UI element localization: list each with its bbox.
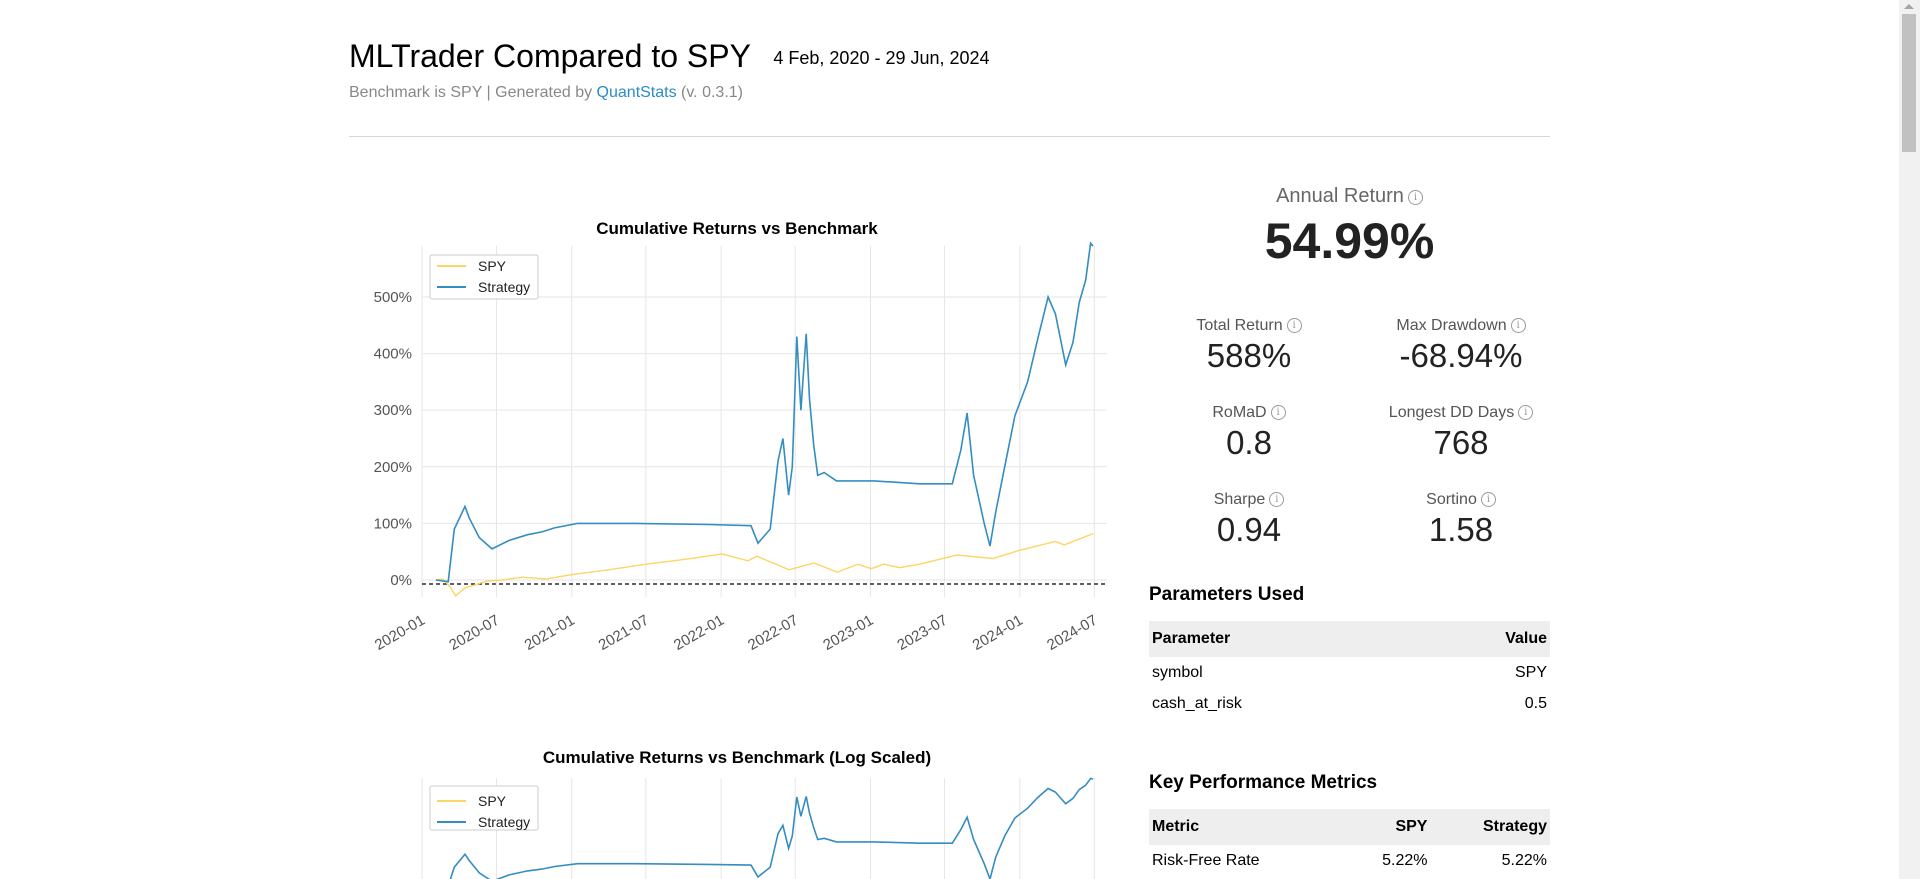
subtitle-prefix: Benchmark is SPY | Generated by	[349, 84, 597, 101]
info-icon[interactable]: i	[1480, 492, 1496, 507]
table-cell: SPY	[1514, 663, 1547, 681]
y-tick-label: 0%	[390, 572, 412, 589]
key-metrics-heading: Key Performance Metrics	[1149, 772, 1378, 793]
metric-total-return: Total Return i 588%	[1149, 317, 1349, 375]
x-tick-label: 2022-07	[745, 612, 801, 654]
x-tick-label: 2024-01	[970, 612, 1026, 654]
y-tick-label: 200%	[374, 459, 412, 476]
parameters-table: Parameter Value symbol SPY cash_at_risk …	[1149, 621, 1550, 719]
metric-label: RoMaD	[1212, 404, 1267, 421]
info-icon[interactable]: i	[1510, 318, 1526, 333]
parameters-heading: Parameters Used	[1149, 584, 1305, 605]
column-header: Parameter	[1149, 621, 1417, 657]
table-header-row: Parameter Value	[1149, 621, 1550, 657]
column-header: SPY	[1342, 809, 1431, 845]
quantstats-link[interactable]: QuantStats	[597, 84, 677, 101]
annual-return-label: Annual Return	[1276, 185, 1404, 207]
metric-label: Longest DD Days	[1388, 404, 1515, 421]
series-line-spy	[435, 532, 1094, 597]
annual-return-value: 54.99%	[1264, 213, 1435, 269]
info-icon[interactable]: i	[1407, 190, 1423, 205]
scrollbar-thumb[interactable]	[1902, 14, 1916, 152]
x-tick-label: 2022-01	[671, 612, 727, 654]
x-tick-label: 2023-07	[894, 612, 950, 654]
metric-value: 0.8	[1226, 424, 1272, 461]
table-row: cash_at_risk 0.5	[1149, 688, 1550, 719]
table-row: Risk-Free Rate 5.22% 5.22%	[1149, 845, 1550, 876]
column-header: Value	[1416, 621, 1550, 657]
metric-value: 0.94	[1216, 511, 1282, 548]
table-row: symbol SPY	[1149, 657, 1550, 688]
x-tick-label: 2021-07	[596, 612, 652, 654]
vertical-scrollbar[interactable]	[1899, 0, 1920, 879]
table-cell: 5.22%	[1501, 851, 1547, 869]
metric-label: Sharpe	[1213, 491, 1266, 508]
legend: SPY Strategy	[429, 254, 539, 300]
legend-label-strategy: Strategy	[478, 814, 530, 830]
metric-sortino: Sortino i 1.58	[1361, 491, 1561, 549]
header: MLTrader Compared to SPY 4 Feb, 2020 - 2…	[349, 38, 990, 75]
metric-label: Total Return	[1196, 317, 1283, 334]
metric-value: 768	[1433, 424, 1489, 461]
legend-label-spy: SPY	[478, 793, 507, 809]
metric-value: -68.94%	[1399, 337, 1523, 374]
scroll-up-arrow-icon[interactable]	[1904, 4, 1914, 9]
metric-label: Sortino	[1426, 491, 1477, 508]
metric-longest-dd-days: Longest DD Days i 768	[1361, 404, 1561, 462]
page-title: MLTrader Compared to SPY	[349, 38, 751, 74]
x-tick-label: 2021-01	[522, 612, 578, 654]
x-tick-label: 2023-01	[820, 612, 876, 654]
y-tick-label: 500%	[374, 289, 412, 306]
metric-romad: RoMaD i 0.8	[1149, 404, 1349, 462]
column-header: Metric	[1149, 809, 1343, 845]
cumulative-returns-svg: Cumulative Returns vs Benchmark 0% 100% 20…	[372, 219, 1107, 654]
x-tick-label: 2020-01	[372, 612, 428, 654]
info-icon[interactable]: i	[1270, 405, 1286, 420]
log-returns-svg: Cumulative Returns vs Benchmark (Log Sca…	[421, 748, 1095, 879]
info-icon[interactable]: i	[1269, 492, 1285, 507]
y-tick-label: 100%	[374, 515, 412, 532]
annual-return: Annual Return i 54.99%	[1149, 185, 1550, 270]
table-cell: 0.5	[1524, 694, 1547, 712]
table-header-row: Metric SPY Strategy	[1149, 809, 1550, 845]
table-cell: Risk-Free Rate	[1152, 851, 1260, 869]
legend: SPY Strategy	[429, 785, 539, 831]
header-divider	[349, 136, 1550, 137]
column-header: Strategy	[1430, 809, 1550, 845]
legend-label-strategy: Strategy	[478, 279, 530, 295]
y-tick-label: 400%	[374, 346, 412, 363]
info-icon[interactable]: i	[1286, 318, 1302, 333]
metric-sharpe: Sharpe i 0.94	[1149, 491, 1349, 549]
subtitle: Benchmark is SPY | Generated by QuantSta…	[349, 84, 743, 102]
date-range: 4 Feb, 2020 - 29 Jun, 2024	[773, 48, 990, 68]
cumulative-returns-chart: Cumulative Returns vs Benchmark 0% 100% 20…	[349, 205, 1119, 675]
metric-value: 1.58	[1428, 511, 1494, 548]
info-icon[interactable]: i	[1518, 405, 1534, 420]
log-returns-chart: Cumulative Returns vs Benchmark (Log Sca…	[349, 736, 1119, 879]
legend-label-spy: SPY	[478, 258, 507, 274]
chart-title: Cumulative Returns vs Benchmark (Log Sca…	[543, 748, 931, 767]
y-axis: 0% 100% 200% 300% 400% 500%	[374, 289, 412, 589]
x-tick-label: 2024-07	[1044, 612, 1100, 654]
x-axis: 2020-01 2020-07 2021-01 2021-07 2022-01 2022-…	[372, 612, 1101, 654]
metric-value: 588%	[1206, 337, 1292, 374]
key-metrics-table: Metric SPY Strategy Risk-Free Rate 5.22%…	[1149, 809, 1550, 876]
x-tick-label: 2020-07	[446, 612, 502, 654]
table-cell: symbol	[1152, 663, 1203, 681]
metric-max-drawdown: Max Drawdown i -68.94%	[1361, 317, 1561, 375]
chart-title: Cumulative Returns vs Benchmark	[596, 219, 878, 238]
summary-panel: Annual Return i 54.99% Total Return i 588%…	[1149, 185, 1550, 869]
y-tick-label: 300%	[374, 402, 412, 419]
table-cell: 5.22%	[1382, 851, 1428, 869]
subtitle-suffix: (v. 0.3.1)	[676, 84, 743, 101]
metric-label: Max Drawdown	[1396, 317, 1507, 334]
table-cell: cash_at_risk	[1152, 694, 1242, 712]
